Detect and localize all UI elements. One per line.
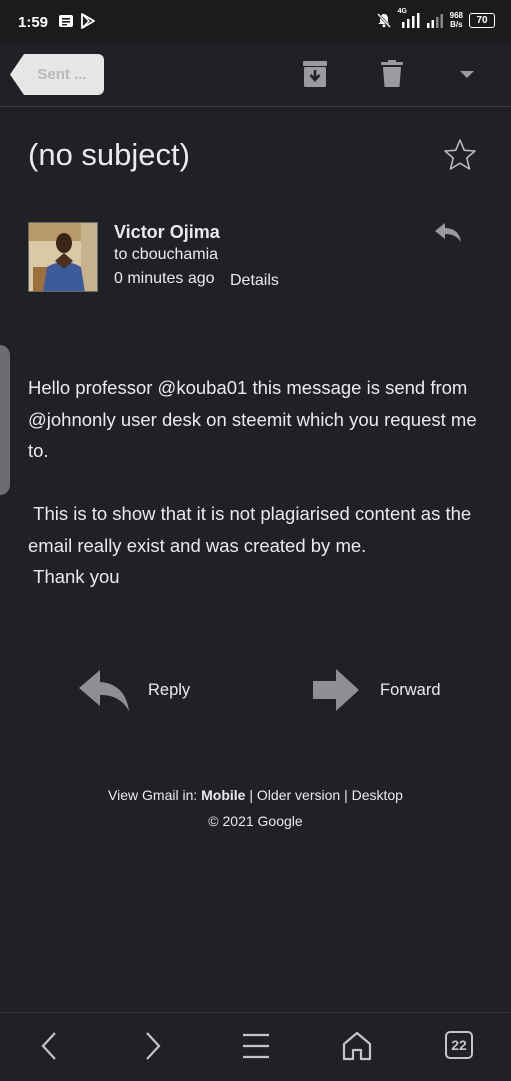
- browser-nav-bar: 22: [0, 1012, 511, 1081]
- desktop-link[interactable]: Desktop: [352, 787, 403, 803]
- forward-arrow-icon: [313, 669, 359, 711]
- copyright: © 2021 Google: [208, 813, 303, 829]
- recipient: to cbouchamia: [114, 246, 219, 263]
- reply-icon[interactable]: [434, 221, 462, 243]
- sent-time: 0 minutes ago: [114, 270, 215, 287]
- body-paragraph: Hello professor @kouba01 this message is…: [28, 377, 482, 461]
- email-toolbar: Sent ...: [0, 44, 511, 107]
- chevron-down-icon[interactable]: [459, 70, 475, 80]
- star-icon[interactable]: [443, 138, 477, 172]
- reply-large-icon: [79, 670, 129, 711]
- home-icon[interactable]: [342, 1031, 372, 1061]
- forward-label: Forward: [380, 680, 441, 699]
- footer: View Gmail in: Mobile | Older version | …: [0, 782, 511, 834]
- archive-icon[interactable]: [302, 60, 328, 88]
- mobile-link[interactable]: Mobile: [201, 787, 245, 803]
- avatar[interactable]: [28, 222, 98, 292]
- reply-label: Reply: [148, 680, 191, 699]
- reply-button[interactable]: Reply: [78, 668, 190, 712]
- notification-message-icon: [59, 15, 73, 27]
- mute-bell-icon: [376, 13, 391, 28]
- play-store-icon: [81, 13, 95, 29]
- signal-4g-icon: 4G: [398, 8, 420, 28]
- side-drawer-handle[interactable]: [0, 345, 10, 495]
- avatar-photo: [29, 223, 97, 291]
- email-body: Hello professor @kouba01 this message is…: [28, 372, 493, 593]
- back-icon[interactable]: [40, 1031, 58, 1061]
- email-subject: (no subject): [28, 137, 190, 172]
- forward-button[interactable]: Forward: [312, 668, 441, 712]
- details-link[interactable]: Details: [230, 272, 279, 290]
- trash-icon[interactable]: [380, 60, 404, 88]
- status-time: 1:59: [18, 14, 49, 31]
- tabs-count-icon[interactable]: 22: [445, 1031, 473, 1059]
- menu-icon[interactable]: [242, 1033, 270, 1059]
- forward-icon[interactable]: [144, 1031, 162, 1061]
- view-gmail-in: View Gmail in: Mobile | Older version | …: [108, 787, 403, 803]
- older-version-link[interactable]: Older version: [257, 787, 340, 803]
- back-to-sent-button[interactable]: Sent ...: [10, 54, 104, 95]
- status-bar: 1:59 4G 968 B/s 70: [0, 0, 511, 44]
- body-paragraph: This is to show that it is not plagiaris…: [28, 503, 477, 556]
- net-speed: 968 B/s: [449, 11, 463, 29]
- body-paragraph: Thank you: [28, 566, 120, 587]
- sender-name[interactable]: Victor Ojima: [114, 222, 220, 243]
- battery-indicator: 70: [469, 12, 495, 28]
- signal-2-icon: [426, 14, 443, 28]
